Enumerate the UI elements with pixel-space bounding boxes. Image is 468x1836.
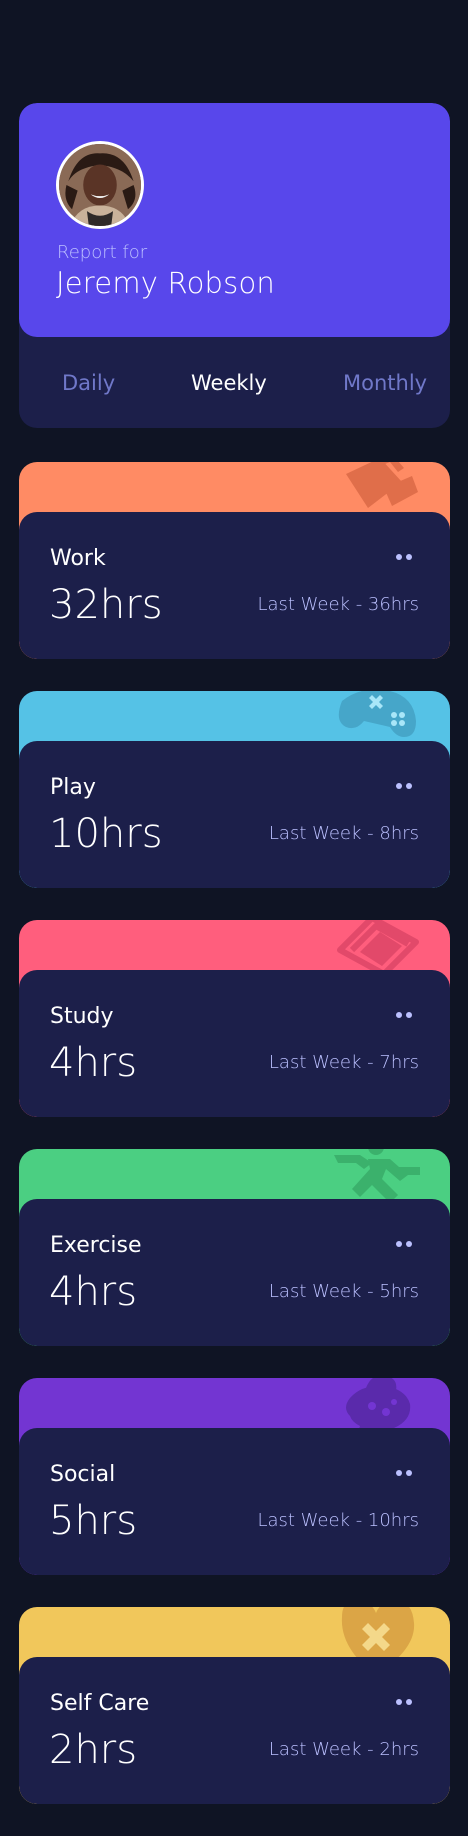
tab-monthly[interactable]: Monthly (343, 371, 427, 395)
period-tabs: Daily Weekly Monthly (19, 337, 450, 428)
ellipsis-icon[interactable] (394, 1237, 416, 1251)
activity-last-week: Last Week - 2hrs (268, 1739, 419, 1760)
activity-hours: 32hrs (49, 582, 163, 628)
activity-hours: 4hrs (49, 1269, 138, 1315)
activity-card-exercise: Exercise 4hrs Last Week - 5hrs (19, 1149, 450, 1346)
activity-last-week: Last Week - 7hrs (268, 1052, 419, 1073)
ellipsis-icon[interactable] (394, 1008, 416, 1022)
activity-last-week: Last Week - 8hrs (268, 823, 419, 844)
activity-card-work: Work 32hrs Last Week - 36hrs (19, 462, 450, 659)
ellipsis-icon[interactable] (394, 550, 416, 564)
activity-title: Self Care (50, 1691, 150, 1716)
activity-hours: 4hrs (49, 1040, 138, 1086)
activity-card-play: Play 10hrs Last Week - 8hrs (19, 691, 450, 888)
activity-card-study: Study 4hrs Last Week - 7hrs (19, 920, 450, 1117)
activity-last-week: Last Week - 10hrs (257, 1510, 419, 1531)
dashboard: Report for Jeremy Robson Daily Weekly Mo… (0, 0, 468, 1836)
activity-last-week: Last Week - 36hrs (257, 594, 419, 615)
activity-title: Work (50, 546, 106, 571)
activity-panel[interactable]: Study 4hrs Last Week - 7hrs (19, 970, 450, 1117)
report-for-label: Report for (57, 242, 148, 263)
ellipsis-icon[interactable] (394, 1466, 416, 1480)
activity-panel[interactable]: Play 10hrs Last Week - 8hrs (19, 741, 450, 888)
activity-panel[interactable]: Social 5hrs Last Week - 10hrs (19, 1428, 450, 1575)
ellipsis-icon[interactable] (394, 779, 416, 793)
activity-hours: 2hrs (49, 1727, 138, 1773)
activity-last-week: Last Week - 5hrs (268, 1281, 419, 1302)
tab-weekly[interactable]: Weekly (191, 371, 267, 395)
activity-panel[interactable]: Work 32hrs Last Week - 36hrs (19, 512, 450, 659)
user-name: Jeremy Robson (56, 266, 275, 300)
activity-title: Play (50, 775, 96, 800)
avatar (56, 141, 144, 229)
activity-card-social: Social 5hrs Last Week - 10hrs (19, 1378, 450, 1575)
activity-panel[interactable]: Self Care 2hrs Last Week - 2hrs (19, 1657, 450, 1804)
activity-hours: 5hrs (49, 1498, 138, 1544)
activity-card-self-care: Self Care 2hrs Last Week - 2hrs (19, 1607, 450, 1804)
tab-daily[interactable]: Daily (62, 371, 115, 395)
profile-header: Report for Jeremy Robson (19, 103, 450, 337)
profile-card: Report for Jeremy Robson Daily Weekly Mo… (19, 103, 450, 428)
person-photo-icon (59, 144, 141, 226)
activity-title: Study (50, 1004, 114, 1029)
ellipsis-icon[interactable] (394, 1695, 416, 1709)
activity-title: Social (50, 1462, 116, 1487)
activity-title: Exercise (50, 1233, 142, 1258)
activity-hours: 10hrs (49, 811, 163, 857)
activity-panel[interactable]: Exercise 4hrs Last Week - 5hrs (19, 1199, 450, 1346)
